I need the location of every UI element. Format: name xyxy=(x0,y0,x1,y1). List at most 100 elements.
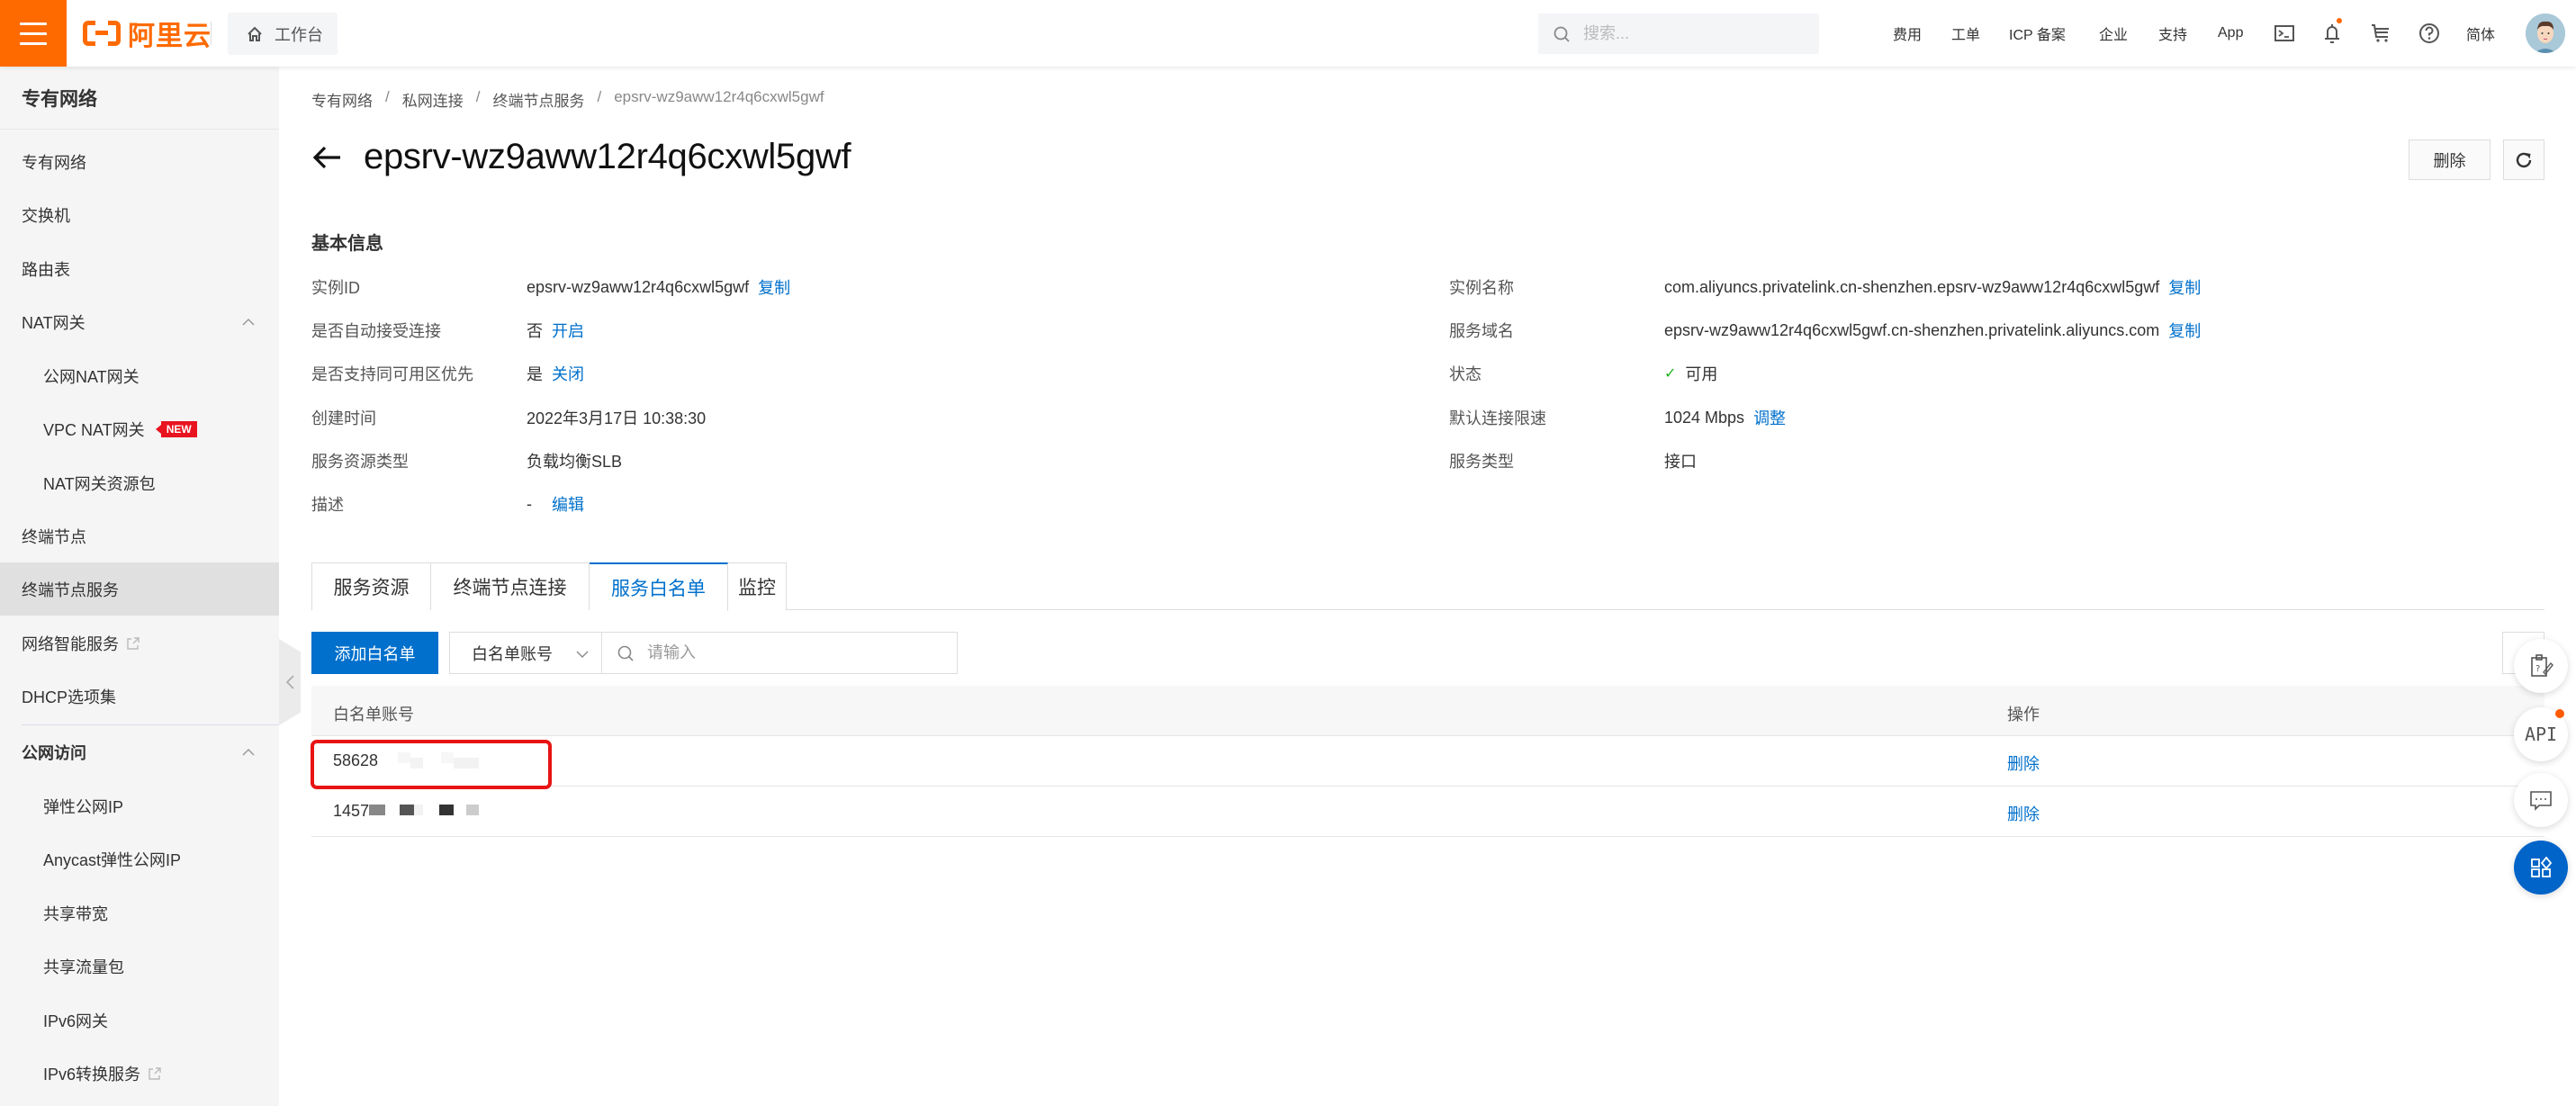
help-button[interactable] xyxy=(2418,22,2441,45)
home-icon xyxy=(248,26,262,41)
sidebar-item-endpoint-service[interactable]: 终端节点服务 xyxy=(0,562,279,616)
info-label: 描述 xyxy=(311,496,344,514)
info-label: 服务类型 xyxy=(1449,453,1514,471)
basic-info-title: 基本信息 xyxy=(311,234,383,254)
terminal-button[interactable] xyxy=(2273,22,2296,45)
refresh-icon xyxy=(2516,152,2532,167)
sidebar-item-eip[interactable]: 弹性公网IP xyxy=(0,779,279,832)
instance-id-value: epsrv-wz9aww12r4q6cxwl5gwf xyxy=(527,277,750,296)
apps-float-button[interactable] xyxy=(2514,841,2568,895)
sidebar-item-label: Anycast弹性公网IP xyxy=(43,850,182,869)
delete-whitelist-link[interactable]: 删除 xyxy=(2007,802,2040,825)
menu-line xyxy=(20,22,47,25)
column-header-actions: 操作 xyxy=(2007,706,2040,724)
sidebar-item-dhcp[interactable]: DHCP选项集 xyxy=(0,670,279,723)
sidebar-item-label: IPv6网关 xyxy=(43,1012,109,1030)
sidebar-item-nat-package[interactable]: NAT网关资源包 xyxy=(0,456,279,509)
filter-field-select[interactable]: 白名单账号 xyxy=(449,632,602,674)
sidebar-item-shared-data-package[interactable]: 共享流量包 xyxy=(0,940,279,993)
breadcrumb: 专有网络 / 私网连接 / 终端节点服务 / epsrv-wz9aww12r4q… xyxy=(311,88,824,111)
workbench-button[interactable]: 工作台 xyxy=(228,13,338,55)
auto-accept-value: 否 xyxy=(527,322,543,340)
info-value: com.aliyuncs.privatelink.cn-shenzhen.eps… xyxy=(1664,275,2201,299)
nav-app[interactable]: App xyxy=(2218,0,2243,67)
notifications-button[interactable] xyxy=(2320,18,2344,45)
breadcrumb-item[interactable]: 专有网络 xyxy=(311,88,373,111)
hamburger-menu-button[interactable] xyxy=(0,0,67,67)
sidebar-item-shared-bandwidth[interactable]: 共享带宽 xyxy=(0,886,279,940)
cart-icon xyxy=(2372,24,2389,42)
cart-button[interactable] xyxy=(2369,22,2392,45)
breadcrumb-item[interactable]: 私网连接 xyxy=(402,88,464,111)
sidebar-item-ipv6-translation[interactable]: IPv6转换服务 xyxy=(0,1047,279,1100)
api-float-button[interactable]: API xyxy=(2514,707,2568,761)
tab-service-whitelist[interactable]: 服务白名单 xyxy=(590,562,728,611)
nav-support[interactable]: 支持 xyxy=(2158,0,2187,67)
adjust-bandwidth-link[interactable]: 调整 xyxy=(1753,406,1786,429)
apps-grid-icon xyxy=(2531,856,2553,877)
sidebar-item-label: 终端节点服务 xyxy=(22,580,119,599)
sidebar-item-endpoint[interactable]: 终端节点 xyxy=(0,509,279,562)
filter-search-input[interactable] xyxy=(647,643,935,662)
info-value: 1024 Mbps 调整 xyxy=(1664,406,1786,429)
terminal-icon xyxy=(2274,25,2294,41)
sidebar-group-public-access[interactable]: 公网访问 xyxy=(0,725,279,778)
help-icon xyxy=(2419,23,2439,43)
description-value: - xyxy=(527,494,532,513)
delete-service-button[interactable]: 删除 xyxy=(2409,139,2490,180)
refresh-button[interactable] xyxy=(2503,139,2544,180)
sidebar-item-vpc-nat[interactable]: VPC NAT网关 NEW xyxy=(0,402,279,455)
nav-icp[interactable]: ICP 备案 xyxy=(2009,0,2066,67)
edit-description-link[interactable]: 编辑 xyxy=(552,492,584,516)
avatar-face-icon xyxy=(2526,13,2565,53)
sidebar-collapse-handle[interactable] xyxy=(279,639,301,725)
info-label: 默认连接限速 xyxy=(1449,409,1546,427)
filter-field-value: 白名单账号 xyxy=(472,644,553,663)
aliyun-logo[interactable]: 阿里云 xyxy=(83,18,212,51)
language-switch[interactable]: 简体 xyxy=(2466,0,2495,67)
info-label: 实例名称 xyxy=(1449,279,1514,297)
nav-tickets[interactable]: 工单 xyxy=(1951,0,1980,67)
check-icon: ✓ xyxy=(1664,366,1677,382)
sidebar-item-anycast-eip[interactable]: Anycast弹性公网IP xyxy=(0,832,279,886)
breadcrumb-separator: / xyxy=(475,88,481,105)
filter-search-box[interactable] xyxy=(601,632,958,674)
whitelist-account: 58628 xyxy=(333,751,379,769)
sidebar-item-label: 路由表 xyxy=(22,260,70,279)
clipboard-feedback-icon: ? xyxy=(2531,654,2553,677)
tab-endpoint-connections[interactable]: 终端节点连接 xyxy=(431,562,590,610)
feedback-float-button[interactable]: ? xyxy=(2514,639,2568,693)
enable-auto-accept-link[interactable]: 开启 xyxy=(552,319,584,342)
back-arrow-icon[interactable] xyxy=(311,141,344,174)
disable-zone-affinity-link[interactable]: 关闭 xyxy=(552,362,584,385)
sidebar-group-nat-gateway[interactable]: NAT网关 xyxy=(0,295,279,348)
add-whitelist-button[interactable]: 添加白名单 xyxy=(311,632,438,674)
chat-float-button[interactable] xyxy=(2514,773,2568,827)
copy-instance-id-link[interactable]: 复制 xyxy=(758,275,790,299)
search-input[interactable] xyxy=(1583,24,1799,43)
sidebar-item-public-nat[interactable]: 公网NAT网关 xyxy=(0,349,279,402)
sidebar-item-route-table[interactable]: 路由表 xyxy=(0,242,279,295)
sidebar-item-ipv6-gateway[interactable]: IPv6网关 xyxy=(0,994,279,1047)
global-search[interactable] xyxy=(1538,13,1819,54)
tab-service-resources[interactable]: 服务资源 xyxy=(311,562,431,610)
chevron-up-icon xyxy=(242,318,255,326)
nav-enterprise[interactable]: 企业 xyxy=(2099,0,2128,67)
sidebar-item-vswitch[interactable]: 交换机 xyxy=(0,188,279,241)
sidebar-item-vpc[interactable]: 专有网络 xyxy=(0,135,279,188)
info-value: ✓ 可用 xyxy=(1664,362,1717,385)
sidebar-item-label: IPv6转换服务 xyxy=(43,1065,141,1084)
info-label: 实例ID xyxy=(311,279,360,297)
tab-monitoring[interactable]: 监控 xyxy=(728,562,787,610)
breadcrumb-item[interactable]: 终端节点服务 xyxy=(492,88,584,111)
delete-whitelist-link[interactable]: 删除 xyxy=(2007,751,2040,775)
copy-instance-name-link[interactable]: 复制 xyxy=(2168,275,2201,299)
copy-service-domain-link[interactable]: 复制 xyxy=(2168,319,2201,342)
info-label: 服务资源类型 xyxy=(311,453,409,471)
chevron-left-icon xyxy=(285,675,294,689)
sidebar-item-network-intelligence[interactable]: 网络智能服务 xyxy=(0,616,279,670)
sidebar-item-label: NAT网关资源包 xyxy=(43,474,156,493)
nav-billing[interactable]: 费用 xyxy=(1893,0,1922,67)
user-avatar[interactable] xyxy=(2526,13,2565,53)
info-label: 状态 xyxy=(1449,365,1482,383)
